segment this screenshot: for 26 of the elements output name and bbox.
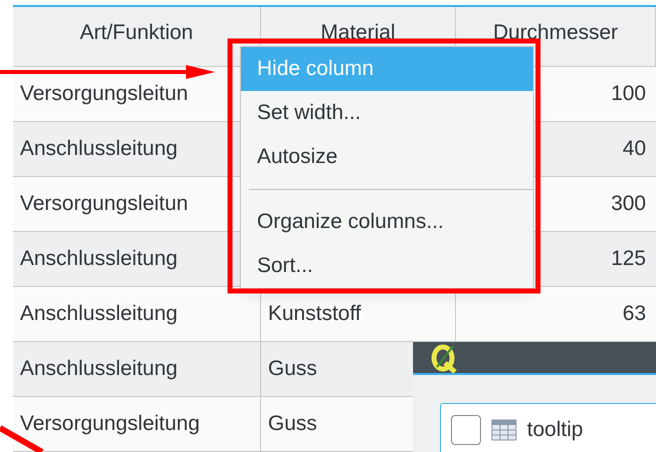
table-cell: 100 xyxy=(610,82,646,105)
table-cell: Anschlussleitung xyxy=(20,137,178,160)
checkbox[interactable] xyxy=(451,414,481,445)
layer-name: tooltip xyxy=(527,417,584,443)
table-cell: Guss xyxy=(268,357,318,380)
table-cell: Anschlussleitung xyxy=(20,357,178,380)
table-cell: 300 xyxy=(610,192,646,215)
column-header[interactable]: Material xyxy=(320,17,396,48)
app-logo-icon xyxy=(431,342,459,372)
column-header[interactable]: Art/Funktion xyxy=(80,17,194,48)
menu-item[interactable]: Set width... xyxy=(241,91,533,135)
table-cell: Versorgungsleitun xyxy=(20,82,188,105)
table-cell: 63 xyxy=(622,302,646,325)
table-cell: Guss xyxy=(268,412,318,435)
table-cell: Anschlussleitung xyxy=(20,302,178,325)
table-cell: Anschlussleitung xyxy=(20,247,178,270)
table-icon xyxy=(491,418,517,441)
column-header[interactable]: Durchmesser xyxy=(493,17,618,48)
table-cell: 125 xyxy=(610,247,646,270)
menu-item[interactable]: Autosize xyxy=(241,135,533,179)
table-cell: Versorgungsleitun xyxy=(20,192,188,215)
menu-item[interactable]: Sort... xyxy=(241,244,533,288)
table-cell: Kunststoff xyxy=(268,302,362,325)
menu-item[interactable]: Organize columns... xyxy=(241,200,533,244)
table-cell: Versorgungsleitung xyxy=(20,412,200,435)
table-cell: 40 xyxy=(622,137,646,160)
